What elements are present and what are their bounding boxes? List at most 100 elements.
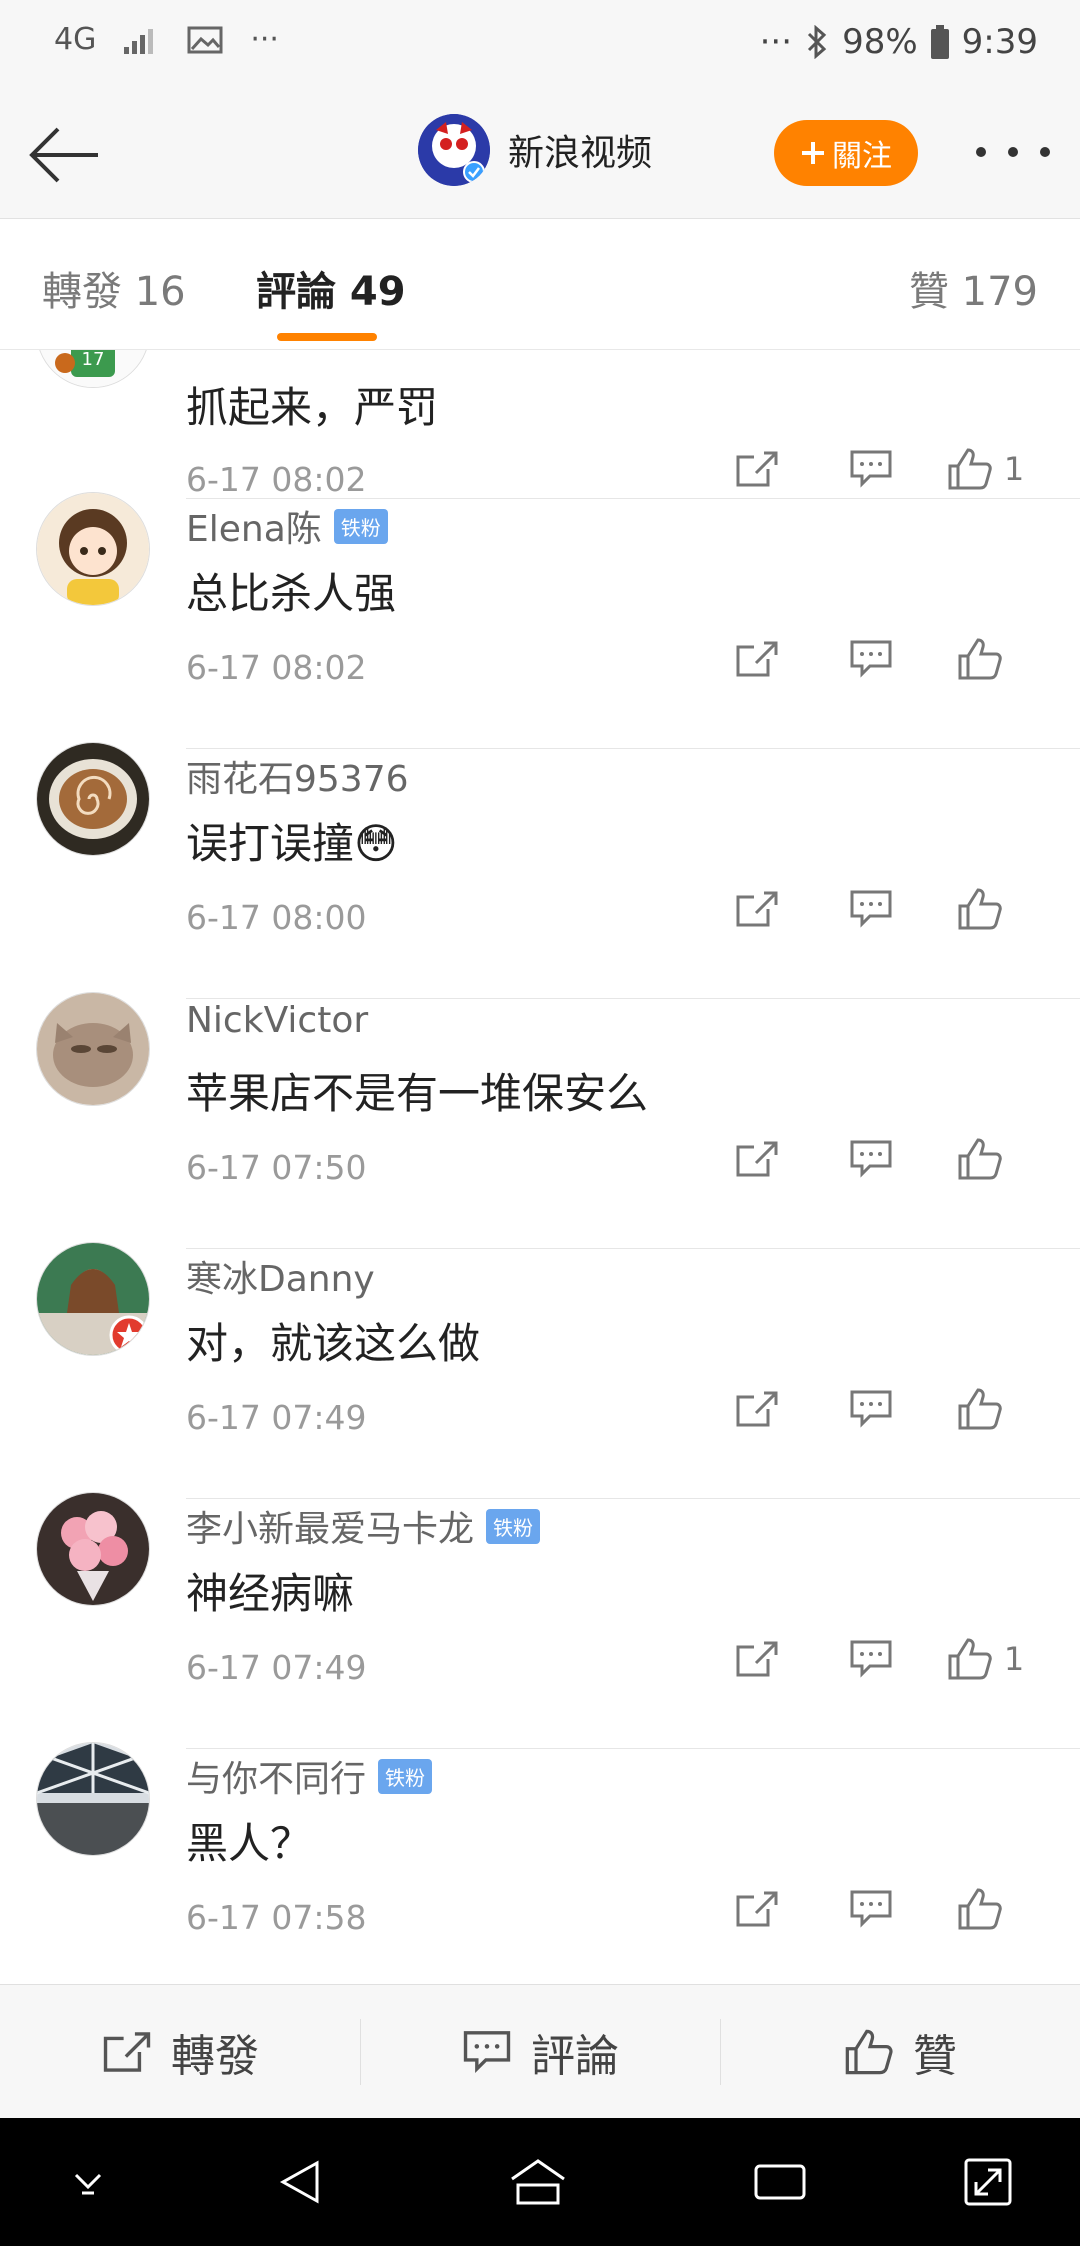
avatar[interactable] (36, 1742, 150, 1856)
repost-button[interactable] (700, 639, 814, 679)
reply-button[interactable] (814, 1138, 928, 1180)
speech-bubble-icon (850, 1390, 892, 1428)
follow-button[interactable]: 關注 (774, 120, 918, 186)
thumbs-up-icon (958, 638, 1002, 680)
more-options-button[interactable] (976, 132, 1050, 172)
like-action-label: 贊 (913, 2031, 957, 2082)
thumbs-up-icon (948, 448, 992, 490)
more-dot-icon (976, 147, 986, 157)
tab-likes[interactable]: 贊 179 (909, 259, 1038, 317)
repost-action-button[interactable]: 轉發 (0, 1985, 360, 2119)
divider (186, 498, 1080, 499)
tab-comments[interactable]: 評論 49 (256, 259, 406, 317)
comment-item: 雨花石95376 误打误撞😳 6-17 08:00 (0, 742, 1080, 1000)
share-box-icon (736, 1891, 778, 1927)
like-button[interactable]: 1 (928, 446, 1042, 492)
system-navigation-bar (0, 2118, 1080, 2246)
account-header[interactable]: 新浪视频 (418, 114, 652, 186)
avatar[interactable] (36, 742, 150, 856)
username[interactable]: NickVictor (186, 1000, 368, 1041)
account-avatar (418, 114, 490, 186)
speech-bubble-icon (850, 1890, 892, 1928)
home-icon (511, 2159, 565, 2205)
tab-repost[interactable]: 轉發 16 (42, 259, 186, 317)
reply-button[interactable] (814, 1638, 928, 1680)
like-button[interactable]: 1 (928, 1636, 1042, 1682)
like-button[interactable] (928, 886, 1042, 932)
comment-action-button[interactable]: 評論 (360, 1985, 720, 2119)
username[interactable]: Elena陈 铁粉 (186, 500, 388, 552)
repost-button[interactable] (700, 1389, 814, 1429)
repost-button[interactable] (700, 449, 814, 489)
comment-text: 误打误撞😳 (186, 819, 398, 868)
comment-actions: 1 (700, 446, 1042, 492)
thumbs-up-icon (958, 1138, 1002, 1180)
reply-button[interactable] (814, 448, 928, 490)
username[interactable]: 与你不同行 铁粉 (186, 1750, 433, 1802)
repost-button[interactable] (700, 889, 814, 929)
chevron-down-icon (74, 2173, 102, 2195)
comment-list[interactable]: 17 抓起来，严罚 6-17 08:02 1 Elena陈 铁粉 总比杀人强 6… (0, 350, 1080, 1984)
like-button[interactable] (928, 1886, 1042, 1932)
speech-bubble-icon (463, 2031, 511, 2074)
share-box-icon (736, 451, 778, 487)
username[interactable]: 寒冰Danny (186, 1250, 375, 1302)
comment-time: 6-17 07:50 (186, 1148, 367, 1187)
triangle-back-icon (279, 2160, 319, 2204)
fan-badge: 铁粉 (486, 1508, 541, 1544)
like-button[interactable] (928, 1136, 1042, 1182)
svg-text:17: 17 (82, 350, 105, 370)
speech-bubble-icon (850, 1640, 892, 1678)
comment-action-label: 評論 (531, 2031, 619, 2082)
username[interactable]: 李小新最爱马卡龙 铁粉 (186, 1500, 541, 1552)
arrow-left-icon (29, 127, 98, 183)
recents-nav-button[interactable] (750, 2152, 810, 2212)
avatar[interactable] (36, 492, 150, 606)
comment-time: 6-17 07:49 (186, 1648, 367, 1687)
hide-keyboard-button[interactable] (58, 2152, 118, 2212)
expand-screen-button[interactable] (958, 2152, 1018, 2212)
avatar[interactable]: 17 (36, 350, 150, 388)
status-left: 4G ··· (54, 22, 279, 57)
like-action-button[interactable]: 贊 (720, 1985, 1080, 2119)
reply-button[interactable] (814, 888, 928, 930)
back-button[interactable] (26, 120, 102, 190)
like-button[interactable] (928, 1386, 1042, 1432)
fan-badge: 铁粉 (378, 1758, 433, 1794)
comment-text: 总比杀人强 (186, 569, 397, 618)
comment-time: 6-17 07:58 (186, 1898, 367, 1937)
reply-button[interactable] (814, 1888, 928, 1930)
comment-actions (700, 1136, 1042, 1182)
divider (186, 1248, 1080, 1249)
home-nav-button[interactable] (508, 2152, 568, 2212)
nav-bar: 新浪视频 關注 (0, 92, 1080, 219)
avatar[interactable] (36, 992, 150, 1106)
comment-actions (700, 886, 1042, 932)
status-bar: 4G ··· ··· 98% 9:39 (0, 0, 1080, 92)
share-box-icon (736, 891, 778, 927)
username[interactable]: 雨花石95376 (186, 750, 409, 802)
repost-button[interactable] (700, 1139, 814, 1179)
comment-actions (700, 1886, 1042, 1932)
comment-actions (700, 636, 1042, 682)
speech-bubble-icon (850, 1140, 892, 1178)
status-right: ··· 98% 9:39 (760, 22, 1038, 62)
divider (186, 998, 1080, 999)
avatar[interactable] (36, 1242, 150, 1356)
clock: 9:39 (961, 22, 1038, 62)
divider (186, 1498, 1080, 1499)
avatar[interactable] (36, 1492, 150, 1606)
more-dot-icon (1008, 147, 1018, 157)
reply-button[interactable] (814, 1388, 928, 1430)
repost-button[interactable] (700, 1889, 814, 1929)
thumbs-up-icon (958, 1888, 1002, 1930)
back-nav-button[interactable] (270, 2152, 330, 2212)
comment-text: 苹果店不是有一堆保安么 (186, 1069, 649, 1118)
follow-label: 關注 (832, 139, 892, 174)
reply-button[interactable] (814, 638, 928, 680)
thumbs-up-icon (958, 888, 1002, 930)
thumbs-up-icon (845, 2029, 893, 2075)
share-box-icon (736, 641, 778, 677)
repost-button[interactable] (700, 1639, 814, 1679)
like-button[interactable] (928, 636, 1042, 682)
